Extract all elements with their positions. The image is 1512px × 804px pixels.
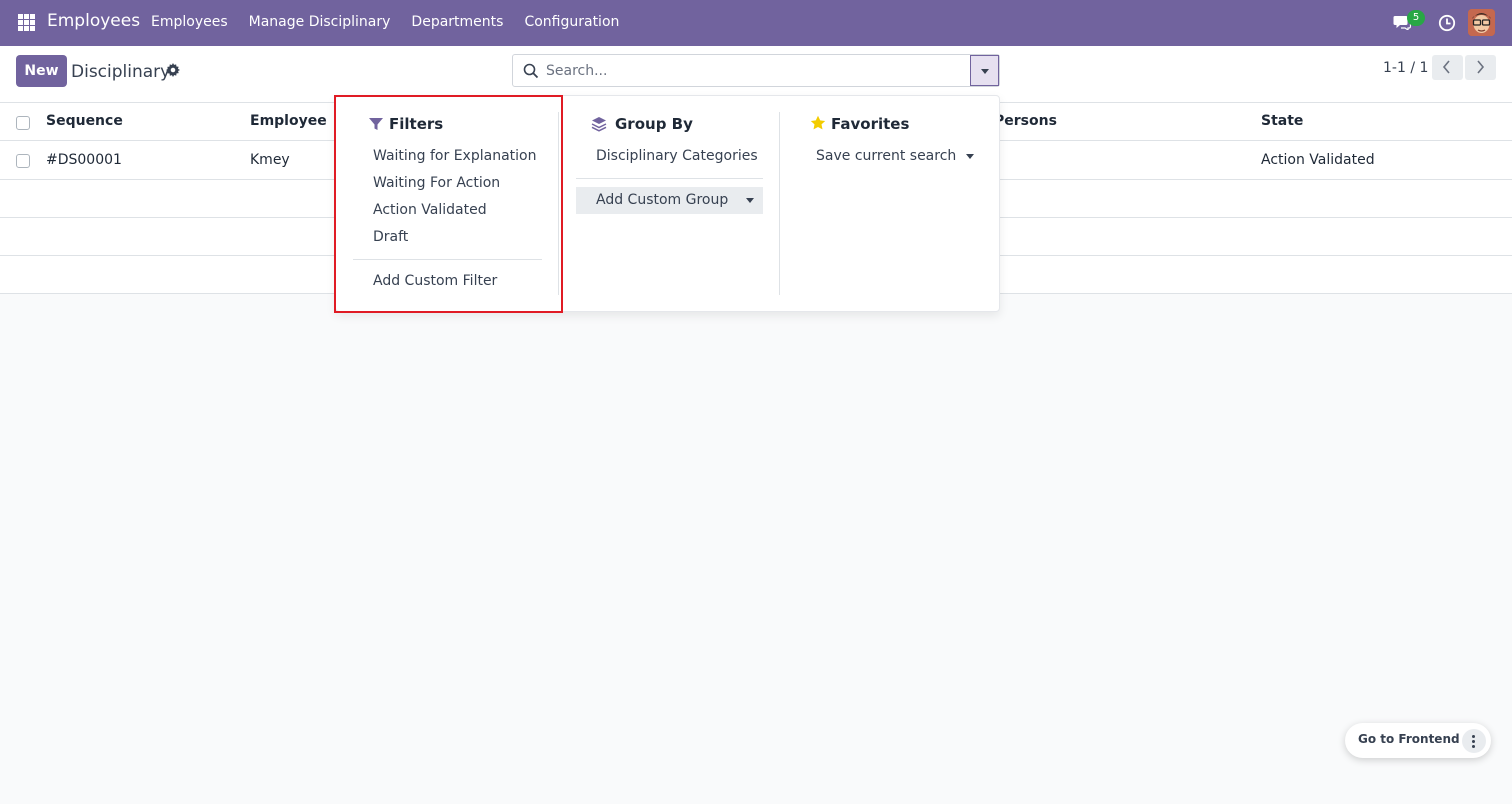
apps-grid-icon[interactable] [18, 14, 35, 31]
filter-waiting-for-explanation[interactable]: Waiting for Explanation [373, 148, 536, 164]
add-custom-group-select[interactable]: Add Custom Group [576, 187, 763, 214]
caret-down-icon [981, 69, 989, 74]
column-divider [779, 112, 780, 295]
main-menu: Employees Manage Disciplinary Department… [151, 14, 640, 30]
save-current-search[interactable]: Save current search [816, 148, 956, 164]
user-avatar[interactable] [1468, 9, 1495, 36]
search-options-toggle[interactable] [970, 55, 999, 86]
go-to-frontend-button[interactable]: Go to Frontend [1358, 732, 1460, 746]
group-by-divider [576, 178, 763, 179]
caret-down-icon [746, 198, 754, 203]
column-header-state[interactable]: State [1261, 113, 1303, 129]
gear-icon[interactable] [166, 63, 180, 77]
row-checkbox[interactable] [16, 154, 30, 168]
menu-item-manage-disciplinary[interactable]: Manage Disciplinary [249, 14, 391, 30]
menu-item-departments[interactable]: Departments [411, 14, 503, 30]
chevron-left-icon [1442, 60, 1450, 74]
column-header-employee[interactable]: Employee [250, 113, 327, 129]
cell-state: Action Validated [1261, 152, 1375, 168]
add-custom-filter[interactable]: Add Custom Filter [373, 273, 497, 289]
new-button[interactable]: New [16, 55, 67, 87]
caret-down-icon[interactable] [966, 154, 974, 159]
clock-icon[interactable] [1438, 14, 1456, 32]
star-icon [810, 115, 826, 130]
search-bar [512, 54, 1000, 87]
add-custom-group-label: Add Custom Group [596, 192, 729, 208]
column-header-sequence[interactable]: Sequence [46, 113, 123, 129]
chevron-right-icon [1477, 60, 1485, 74]
pager-value[interactable]: 1-1 / 1 [1383, 60, 1428, 76]
pager-previous-button[interactable] [1432, 55, 1463, 80]
top-navbar: Employees Employees Manage Disciplinary … [0, 0, 1512, 46]
page-title[interactable]: Disciplinary [71, 62, 170, 82]
group-by-disciplinary-categories[interactable]: Disciplinary Categories [596, 148, 758, 164]
pager-next-button[interactable] [1465, 55, 1496, 80]
menu-item-configuration[interactable]: Configuration [524, 14, 619, 30]
more-options-icon[interactable] [1462, 729, 1486, 753]
cell-employee: Kmey [250, 152, 290, 168]
filter-icon [369, 118, 383, 130]
favorites-title: Favorites [831, 115, 910, 133]
go-to-frontend-widget: Go to Frontend [1345, 723, 1491, 758]
layers-icon [591, 117, 607, 132]
filter-draft[interactable]: Draft [373, 229, 408, 245]
chat-badge: 5 [1407, 10, 1425, 26]
filters-title: Filters [389, 115, 444, 133]
cell-sequence: #DS00001 [46, 152, 122, 168]
filters-divider [353, 259, 542, 260]
filter-waiting-for-action[interactable]: Waiting For Action [373, 175, 500, 191]
search-icon [523, 63, 539, 79]
filter-action-validated[interactable]: Action Validated [373, 202, 487, 218]
search-options-dropdown: Filters Waiting for Explanation Waiting … [335, 95, 1000, 312]
column-header-persons[interactable]: Persons [994, 113, 1057, 129]
menu-item-employees[interactable]: Employees [151, 14, 228, 30]
search-input[interactable] [546, 55, 966, 86]
column-divider [558, 112, 559, 295]
select-all-checkbox[interactable] [16, 116, 30, 130]
app-brand[interactable]: Employees [47, 11, 140, 31]
group-by-title: Group By [615, 115, 693, 133]
